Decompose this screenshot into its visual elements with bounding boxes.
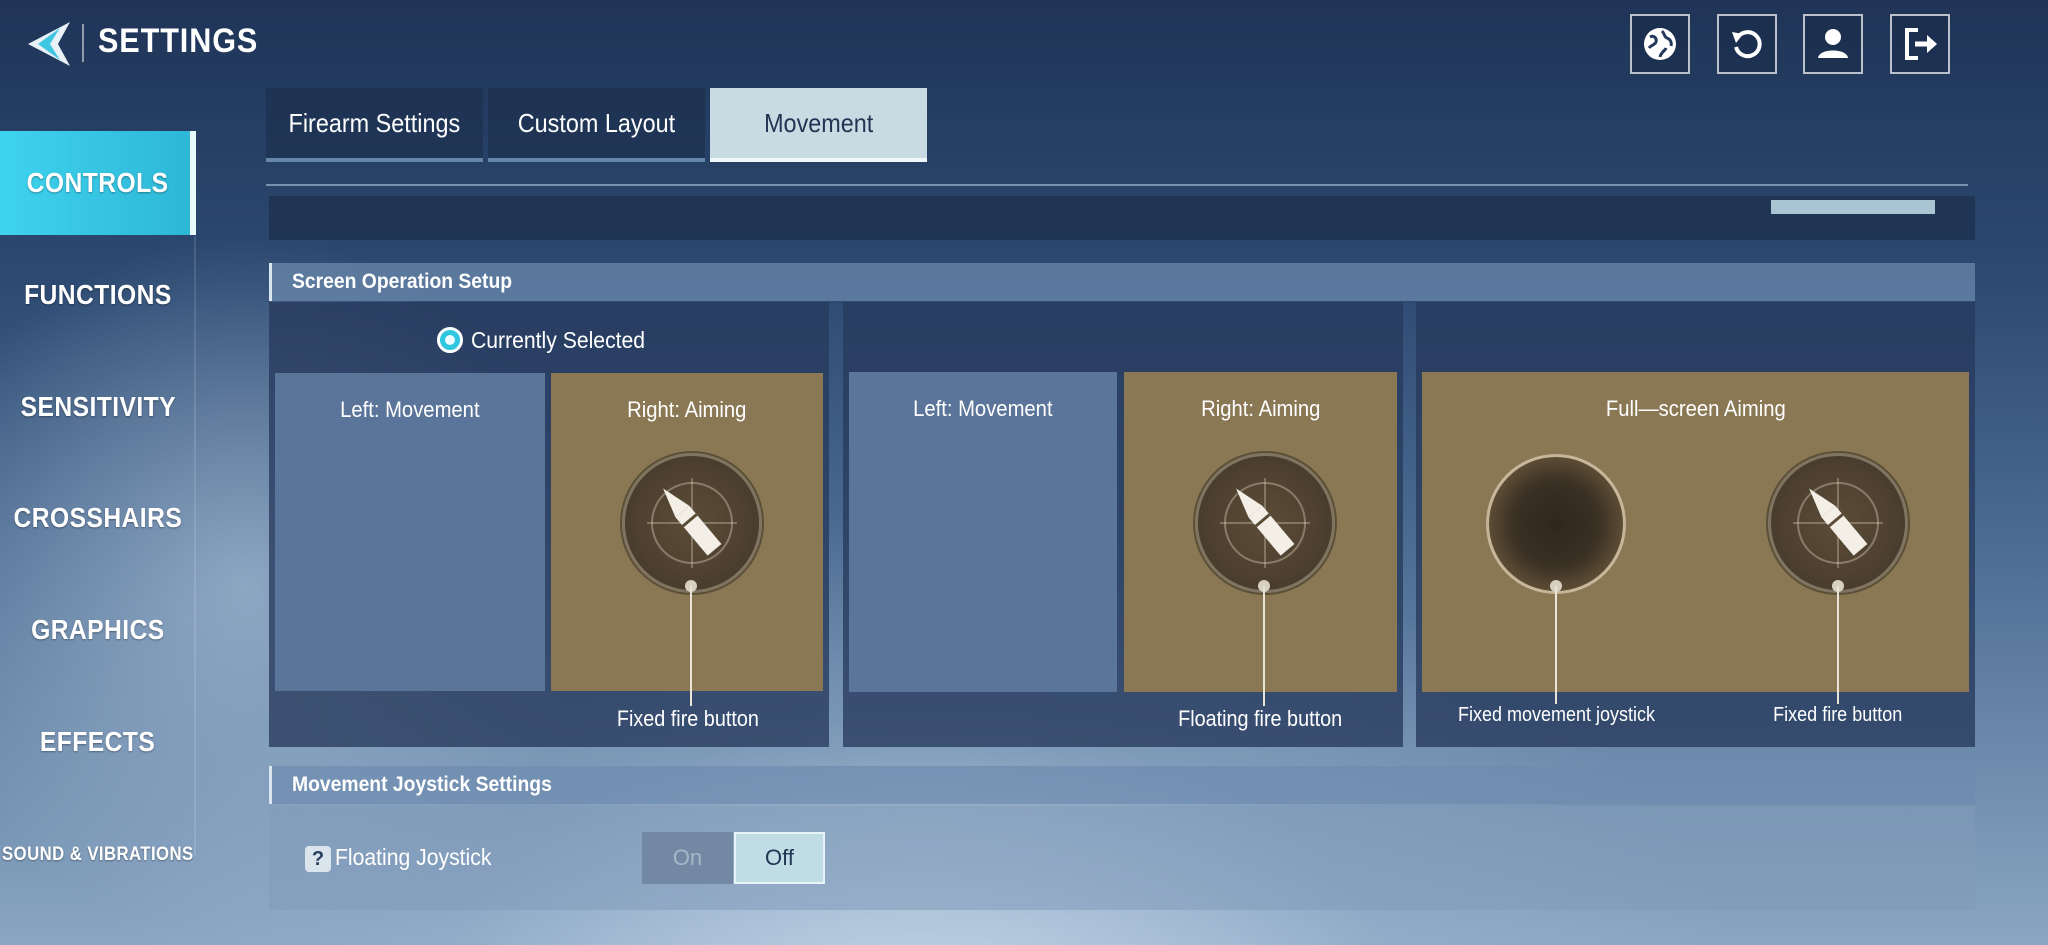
pointer-line (1837, 586, 1839, 704)
pointer-line (1263, 586, 1265, 706)
fire-button (622, 453, 762, 593)
tab-underline (266, 184, 1968, 186)
reset-button[interactable] (1717, 14, 1777, 74)
fire-button (1768, 453, 1908, 593)
tab-custom-layout[interactable]: Custom Layout (488, 88, 705, 162)
sidebar-item-functions[interactable]: FUNCTIONS (0, 243, 196, 347)
language-button[interactable] (1630, 14, 1690, 74)
sidebar-item-sensitivity[interactable]: SENSITIVITY (0, 355, 196, 459)
sidebar-divider (194, 236, 196, 856)
movement-joystick-row (269, 806, 1975, 910)
logout-button[interactable] (1890, 14, 1950, 74)
profile-button[interactable] (1803, 14, 1863, 74)
slider-bar (1771, 200, 1935, 214)
pointer-line (1555, 586, 1557, 704)
help-icon[interactable]: ? (305, 846, 331, 872)
left-movement-zone: Left: Movement (275, 373, 545, 691)
floating-joystick-label: Floating Joystick (335, 844, 492, 870)
floating-joystick-off-button[interactable]: Off (734, 832, 825, 884)
sidebar-item-sound-vibrations[interactable]: SOUND & VIBRATIONS (0, 803, 196, 907)
floating-joystick-on-button[interactable]: On (642, 832, 733, 884)
bullet-icon (1793, 478, 1883, 568)
refresh-icon (1732, 30, 1762, 59)
caption-fixed-fire-button-full: Fixed fire button (1773, 704, 1903, 726)
bullet-icon (647, 478, 737, 568)
sidebar-item-controls[interactable]: CONTROLS (0, 131, 196, 235)
movement-joystick-header: Movement Joystick Settings (269, 766, 1975, 804)
currently-selected-indicator: Currently Selected (437, 322, 660, 358)
header-divider (82, 24, 84, 62)
fire-button (1195, 453, 1335, 593)
globe-icon (1644, 28, 1676, 60)
page-title: SETTINGS (98, 22, 259, 60)
exit-icon (1905, 28, 1937, 60)
caption-fixed-movement-joystick: Fixed movement joystick (1457, 704, 1655, 726)
sidebar-item-crosshairs[interactable]: CROSSHAIRS (0, 466, 196, 570)
caption-floating-fire-button: Floating fire button (1178, 706, 1343, 731)
left-movement-zone: Left: Movement (849, 372, 1117, 692)
back-arrow-icon (28, 22, 70, 66)
bullet-icon (1220, 478, 1310, 568)
tab-movement[interactable]: Movement (710, 88, 927, 162)
sidebar-item-effects[interactable]: EFFECTS (0, 690, 196, 794)
pointer-line (690, 586, 692, 706)
scrolled-settings-row (269, 196, 1975, 240)
sidebar-item-graphics[interactable]: GRAPHICS (0, 578, 196, 682)
tab-firearm-settings[interactable]: Firearm Settings (266, 88, 483, 162)
profile-icon (1818, 29, 1848, 58)
movement-joystick (1486, 454, 1626, 594)
caption-fixed-fire-button: Fixed fire button (616, 706, 759, 731)
screen-operation-header: Screen Operation Setup (269, 263, 1975, 301)
radio-selected-icon (437, 327, 463, 353)
back-button[interactable] (24, 20, 74, 68)
